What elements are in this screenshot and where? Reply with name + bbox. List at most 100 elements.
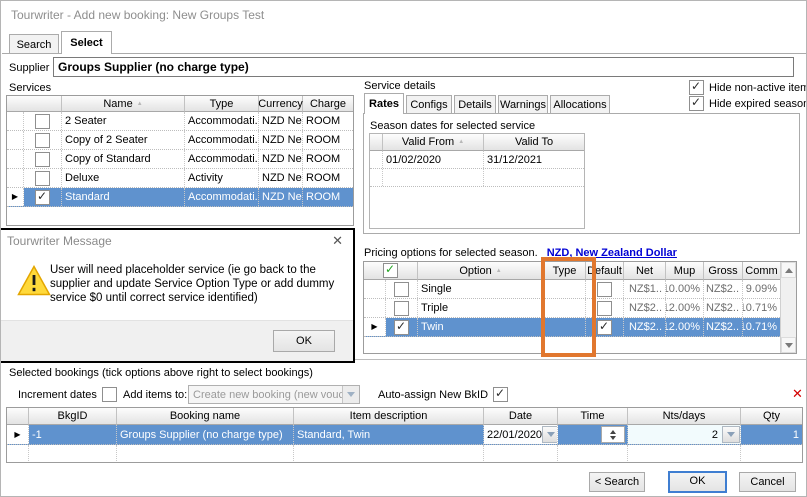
service-name[interactable]: Standard [62, 188, 185, 206]
option-checkbox[interactable] [394, 282, 409, 297]
pricing-header-net[interactable]: Net [624, 262, 666, 280]
dialog-ok-button[interactable]: OK [273, 330, 335, 352]
add-items-combobox[interactable]: Create new booking (new voucher) [188, 385, 360, 404]
table-row[interactable]: Copy of 2 Seater Accommodati... NZD Ne..… [7, 131, 353, 150]
bookings-header-time[interactable]: Time [558, 408, 628, 425]
nts-days-dropdown-button[interactable] [722, 426, 740, 443]
row-selector[interactable]: ▶ [7, 425, 29, 444]
row-selector[interactable] [364, 280, 386, 298]
bookings-header-booking-name[interactable]: Booking name [117, 408, 294, 425]
increment-dates-checkbox[interactable] [102, 387, 117, 402]
row-selector[interactable] [7, 169, 24, 187]
option-name[interactable]: Twin [418, 318, 544, 336]
service-type[interactable]: Accommodati... [185, 131, 259, 149]
item-description-cell[interactable]: Standard, Twin [294, 425, 484, 444]
mup-cell[interactable]: 10.00% [666, 280, 704, 298]
service-currency[interactable]: NZD Ne... [259, 150, 303, 168]
option-checkbox[interactable] [394, 301, 409, 316]
delete-row-icon[interactable]: ✕ [792, 386, 803, 402]
time-spinner[interactable] [601, 426, 625, 443]
mup-cell[interactable]: 12.00% [666, 299, 704, 317]
service-checkbox[interactable] [35, 152, 50, 167]
services-header-charge[interactable]: Charge [303, 96, 353, 112]
comm-cell[interactable]: 9.09% [743, 280, 780, 298]
service-name[interactable]: 2 Seater [62, 112, 185, 130]
service-charge[interactable]: ROOM [303, 188, 353, 206]
chevron-down-icon[interactable] [342, 386, 359, 403]
table-row[interactable]: ▶ Standard Accommodati... NZD Ne... ROOM [7, 188, 353, 207]
table-row[interactable]: Deluxe Activity NZD Ne... ROOM [7, 169, 353, 188]
row-selector[interactable] [7, 112, 24, 130]
row-selector[interactable] [7, 131, 24, 149]
row-selector[interactable] [370, 151, 383, 168]
service-type[interactable]: Accommodati... [185, 188, 259, 206]
service-type[interactable]: Accommodati... [185, 150, 259, 168]
date-dropdown-button[interactable] [542, 426, 558, 443]
ok-button[interactable]: OK [668, 471, 727, 493]
service-name[interactable]: Deluxe [62, 169, 185, 187]
bookings-header-nts-days[interactable]: Nts/days [628, 408, 741, 425]
service-type[interactable]: Accommodati... [185, 112, 259, 130]
tab-warnings[interactable]: Warnings [498, 95, 548, 114]
gross-cell[interactable]: NZ$2.. [704, 280, 743, 298]
service-checkbox[interactable] [35, 114, 50, 129]
bookings-header-qty[interactable]: Qty [741, 408, 802, 425]
pricing-header-checkbox[interactable] [364, 262, 418, 280]
service-checkbox[interactable] [35, 190, 50, 205]
services-header-currency[interactable]: Currency [259, 96, 303, 112]
service-charge[interactable]: ROOM [303, 169, 353, 187]
option-checkbox[interactable] [394, 320, 409, 335]
services-header-blank[interactable] [7, 96, 62, 112]
row-selector[interactable] [7, 150, 24, 168]
table-row[interactable]: 2 Seater Accommodati... NZD Ne... ROOM [7, 112, 353, 131]
search-back-button[interactable]: < Search [589, 472, 645, 492]
booking-name-cell[interactable]: Groups Supplier (no charge type) [117, 425, 294, 444]
time-cell[interactable] [558, 425, 628, 444]
pricing-header-comm[interactable]: Comm [743, 262, 780, 280]
comm-cell[interactable]: 10.71% [743, 299, 780, 317]
tab-details[interactable]: Details [454, 95, 496, 114]
qty-cell[interactable]: 1 [741, 425, 802, 444]
service-checkbox-cell[interactable] [24, 169, 62, 187]
gross-cell[interactable]: NZ$2.. [704, 299, 743, 317]
gross-cell[interactable]: NZ$2.. [704, 318, 743, 336]
option-name[interactable]: Single [418, 280, 544, 298]
season-header-valid-from[interactable]: Valid From▲ [383, 134, 484, 151]
service-checkbox-cell[interactable] [24, 150, 62, 168]
table-row[interactable]: 01/02/2020 31/12/2021 [370, 151, 584, 169]
supplier-field[interactable]: Groups Supplier (no charge type) [53, 57, 794, 77]
bookings-header-date[interactable]: Date [484, 408, 558, 425]
net-cell[interactable]: NZ$2.. [624, 318, 666, 336]
tab-select[interactable]: Select [61, 31, 112, 54]
nts-days-cell[interactable]: 2 [628, 425, 741, 444]
comm-cell[interactable]: 10.71% [743, 318, 780, 336]
net-cell[interactable]: NZ$1.. [624, 280, 666, 298]
pricing-scrollbar[interactable] [780, 262, 796, 353]
row-selector[interactable]: ▶ [364, 318, 386, 336]
service-currency[interactable]: NZD Ne... [259, 131, 303, 149]
hide-non-active-checkbox[interactable] [689, 80, 704, 95]
service-checkbox[interactable] [35, 171, 50, 186]
bkgid-cell[interactable]: -1 [29, 425, 117, 444]
services-header-type[interactable]: Type [185, 96, 259, 112]
bookings-header-item-description[interactable]: Item description [294, 408, 484, 425]
tab-allocations[interactable]: Allocations [550, 95, 610, 114]
default-checkbox[interactable] [597, 282, 612, 297]
service-charge[interactable]: ROOM [303, 150, 353, 168]
date-cell[interactable]: 22/01/2020 [484, 425, 558, 444]
hide-expired-checkbox[interactable] [689, 96, 704, 111]
service-currency[interactable]: NZD Ne... [259, 169, 303, 187]
default-checkbox[interactable] [597, 301, 612, 316]
season-header-valid-to[interactable]: Valid To [484, 134, 584, 151]
service-checkbox-cell[interactable] [24, 188, 62, 206]
valid-from-cell[interactable]: 01/02/2020 [383, 151, 484, 168]
row-selector[interactable]: ▶ [7, 188, 24, 206]
default-checkbox[interactable] [597, 320, 612, 335]
service-checkbox-cell[interactable] [24, 112, 62, 130]
service-checkbox-cell[interactable] [24, 131, 62, 149]
service-charge[interactable]: ROOM [303, 131, 353, 149]
row-selector[interactable] [364, 299, 386, 317]
net-cell[interactable]: NZ$2.. [624, 299, 666, 317]
close-icon[interactable]: ✕ [332, 233, 343, 249]
service-name[interactable]: Copy of 2 Seater [62, 131, 185, 149]
